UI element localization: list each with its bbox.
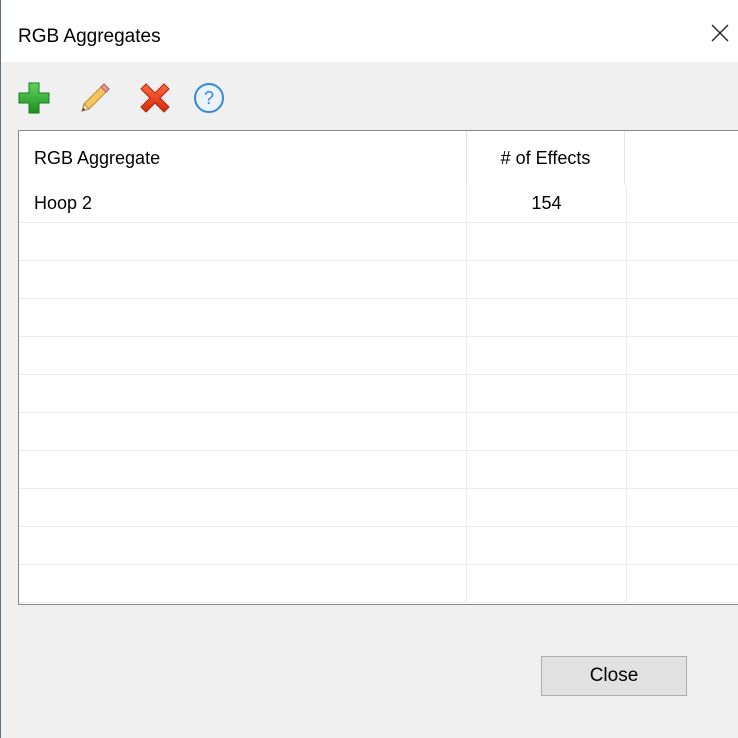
effects-count-cell xyxy=(467,527,627,564)
aggregate-name-cell xyxy=(19,527,467,564)
table-row[interactable] xyxy=(19,223,738,261)
effects-count-cell: 154 xyxy=(467,185,627,222)
toolbar: ? xyxy=(1,62,738,132)
aggregate-name-cell xyxy=(19,375,467,412)
table-row[interactable] xyxy=(19,451,738,489)
plus-icon xyxy=(18,82,50,114)
effects-count-cell xyxy=(467,223,627,260)
effects-count-cell xyxy=(467,261,627,298)
effects-count-cell xyxy=(467,565,627,602)
effects-count-cell xyxy=(467,337,627,374)
table-row[interactable] xyxy=(19,527,738,565)
aggregates-grid: RGB Aggregate # of Effects Hoop 2 154 xyxy=(18,130,738,605)
aggregate-name-cell xyxy=(19,223,467,260)
aggregate-name-cell xyxy=(19,489,467,526)
table-row[interactable] xyxy=(19,261,738,299)
table-row[interactable] xyxy=(19,299,738,337)
effects-count-cell xyxy=(467,489,627,526)
aggregate-name-cell xyxy=(19,451,467,488)
table-row[interactable] xyxy=(19,337,738,375)
effects-count-cell xyxy=(467,413,627,450)
aggregate-name-cell xyxy=(19,299,467,336)
edit-aggregate-button[interactable] xyxy=(75,78,115,118)
aggregate-name-cell xyxy=(19,565,467,602)
help-button[interactable]: ? xyxy=(189,78,229,118)
grid-header: RGB Aggregate # of Effects xyxy=(19,131,738,185)
delete-x-icon xyxy=(140,83,170,113)
aggregate-name-cell xyxy=(19,337,467,374)
close-button[interactable]: Close xyxy=(541,656,687,696)
window-title: RGB Aggregates xyxy=(18,26,161,47)
add-aggregate-button[interactable] xyxy=(14,78,54,118)
table-row[interactable]: Hoop 2 154 xyxy=(19,185,738,223)
aggregate-name-cell: Hoop 2 xyxy=(19,185,467,222)
table-row[interactable] xyxy=(19,565,738,603)
close-window-button[interactable] xyxy=(701,14,738,52)
pencil-icon xyxy=(81,83,110,112)
table-row[interactable] xyxy=(19,413,738,451)
close-icon xyxy=(711,24,729,42)
column-header-effects-count[interactable]: # of Effects xyxy=(467,131,625,185)
svg-text:?: ? xyxy=(204,88,214,108)
delete-aggregate-button[interactable] xyxy=(135,78,175,118)
aggregate-name-cell xyxy=(19,413,467,450)
effects-count-cell xyxy=(467,375,627,412)
effects-count-cell xyxy=(467,299,627,336)
dialog-window: RGB Aggregates ? RGB Aggregate # of Effe… xyxy=(0,0,738,738)
column-header-rgb-aggregate[interactable]: RGB Aggregate xyxy=(19,131,467,185)
table-row[interactable] xyxy=(19,375,738,413)
aggregate-name-cell xyxy=(19,261,467,298)
effects-count-cell xyxy=(467,451,627,488)
help-icon: ? xyxy=(194,83,224,113)
grid-rows: Hoop 2 154 xyxy=(19,185,738,603)
title-bar: RGB Aggregates xyxy=(1,0,738,62)
table-row[interactable] xyxy=(19,489,738,527)
